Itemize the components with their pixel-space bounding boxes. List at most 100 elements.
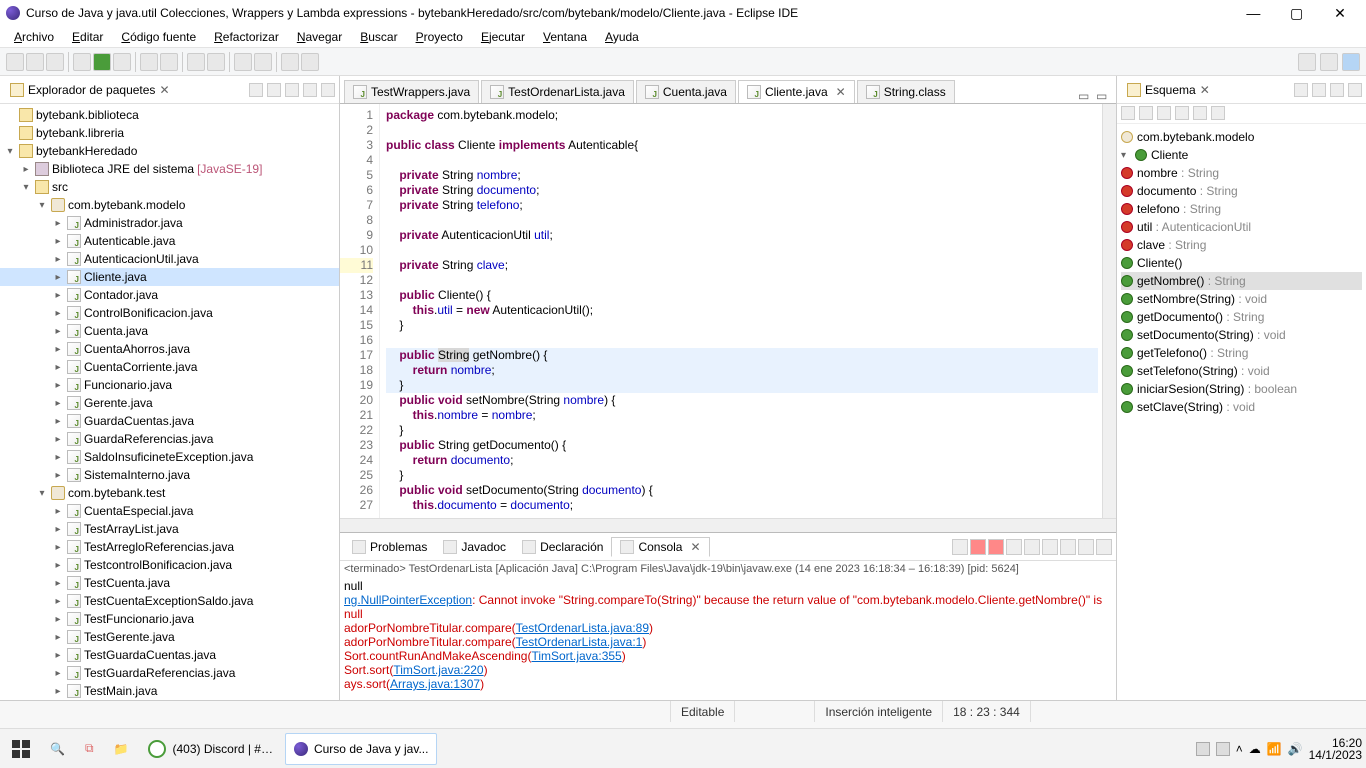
tray-time[interactable]: 16:20	[1309, 737, 1362, 749]
bottom-tab-problemas[interactable]: Problemas	[344, 538, 435, 556]
console-pin-icon[interactable]	[1006, 539, 1022, 555]
outline-node[interactable]: iniciarSesion(String) : boolean	[1121, 380, 1362, 398]
maximize-editor-icon[interactable]: ▭	[1096, 89, 1110, 103]
vertical-scrollbar[interactable]	[1102, 104, 1116, 518]
outline-hide-local-icon[interactable]	[1211, 106, 1225, 120]
console-removeall-icon[interactable]	[988, 539, 1004, 555]
maximize-bottom-icon[interactable]	[1096, 539, 1112, 555]
tree-node[interactable]: ▸ControlBonificacion.java	[0, 304, 339, 322]
minimize-view-icon[interactable]	[303, 83, 317, 97]
discord-taskbar[interactable]: (403) Discord | #…	[140, 733, 280, 765]
tree-node[interactable]: ▸CuentaEspecial.java	[0, 502, 339, 520]
outline-node[interactable]: clave : String	[1121, 236, 1362, 254]
horizontal-scrollbar[interactable]	[340, 518, 1116, 532]
menu-buscar[interactable]: Buscar	[352, 28, 405, 46]
tray-icon-1[interactable]	[1196, 742, 1210, 756]
menu-código fuente[interactable]: Código fuente	[113, 28, 204, 46]
link-editor-icon[interactable]	[267, 83, 281, 97]
console-scroll-lock-icon[interactable]	[1024, 539, 1040, 555]
outline-node[interactable]: setClave(String) : void	[1121, 398, 1362, 416]
outline-node[interactable]: ▾Cliente	[1121, 146, 1362, 164]
tree-node[interactable]: ▸CuentaAhorros.java	[0, 340, 339, 358]
outline-sort-icon[interactable]	[1294, 83, 1308, 97]
debug-icon[interactable]	[73, 53, 91, 71]
tree-node[interactable]: ▾com.bytebank.test	[0, 484, 339, 502]
menu-proyecto[interactable]: Proyecto	[408, 28, 471, 46]
tree-node[interactable]: ▸Cliente.java	[0, 268, 339, 286]
tree-node[interactable]: ▸Funcionario.java	[0, 376, 339, 394]
menu-ejecutar[interactable]: Ejecutar	[473, 28, 533, 46]
console-wrap-icon[interactable]	[1042, 539, 1058, 555]
tree-node[interactable]: ▾com.bytebank.modelo	[0, 196, 339, 214]
maximize-view-icon[interactable]	[321, 83, 335, 97]
tree-node[interactable]: bytebank.libreria	[0, 124, 339, 142]
editor-body[interactable]: 1234567891011121314151617181920212223242…	[340, 104, 1116, 518]
outline-hide-nonpublic-icon[interactable]	[1193, 106, 1207, 120]
console-clear-icon[interactable]	[952, 539, 968, 555]
outline-filter-icon[interactable]	[1121, 106, 1135, 120]
tree-node[interactable]: ▸Cuenta.java	[0, 322, 339, 340]
tray-chevron-icon[interactable]: ˄	[1236, 742, 1243, 756]
tree-node[interactable]: ▸TestGerente.java	[0, 628, 339, 646]
outline-node[interactable]: Cliente()	[1121, 254, 1362, 272]
menu-editar[interactable]: Editar	[64, 28, 111, 46]
bottom-tab-consola[interactable]: Consola✕	[611, 537, 709, 557]
taskview-icon[interactable]: ⧉	[77, 733, 102, 765]
open-perspective-icon[interactable]	[1320, 53, 1338, 71]
editor-tab[interactable]: String.class	[857, 80, 955, 103]
editor-tab[interactable]: Cliente.java✕	[738, 80, 855, 103]
outline-tree[interactable]: com.bytebank.modelo▾Clientenombre : Stri…	[1117, 124, 1366, 700]
tree-node[interactable]: ▸GuardaCuentas.java	[0, 412, 339, 430]
package-tree[interactable]: bytebank.bibliotecabytebank.libreria▾byt…	[0, 104, 339, 700]
menu-refactorizar[interactable]: Refactorizar	[206, 28, 287, 46]
tree-node[interactable]: ▸SistemaInterno.java	[0, 466, 339, 484]
tree-node[interactable]: ▸Gerente.java	[0, 394, 339, 412]
outline-node[interactable]: nombre : String	[1121, 164, 1362, 182]
search-toolbar-icon[interactable]	[1298, 53, 1316, 71]
menu-archivo[interactable]: Archivo	[6, 28, 62, 46]
editor-tab[interactable]: TestWrappers.java	[344, 80, 479, 103]
outline-menu-icon[interactable]	[1312, 83, 1326, 97]
outline-hide-fields-icon[interactable]	[1157, 106, 1171, 120]
outline-node[interactable]: com.bytebank.modelo	[1121, 128, 1362, 146]
coverage-icon[interactable]	[113, 53, 131, 71]
outline-tab[interactable]: Esquema ✕	[1121, 81, 1216, 99]
search-taskbar-icon[interactable]: 🔍	[42, 733, 73, 765]
console-open-icon[interactable]	[1060, 539, 1076, 555]
tree-node[interactable]: ▸TestMain.java	[0, 682, 339, 700]
back-icon[interactable]	[281, 53, 299, 71]
editor-tab[interactable]: TestOrdenarLista.java	[481, 80, 634, 103]
tree-node[interactable]: ▾bytebankHeredado	[0, 142, 339, 160]
tree-node[interactable]: ▸TestCuenta.java	[0, 574, 339, 592]
tree-node[interactable]: ▸TestGuardaCuentas.java	[0, 646, 339, 664]
tree-node[interactable]: ▸Administrador.java	[0, 214, 339, 232]
tree-node[interactable]: bytebank.biblioteca	[0, 106, 339, 124]
tray-date[interactable]: 14/1/2023	[1309, 749, 1362, 761]
outline-node[interactable]: setDocumento(String) : void	[1121, 326, 1362, 344]
minimize-outline-icon[interactable]	[1330, 83, 1344, 97]
new-icon[interactable]	[6, 53, 24, 71]
save-icon[interactable]	[26, 53, 44, 71]
tree-node[interactable]: ▸SaldoInsuficineteException.java	[0, 448, 339, 466]
console-output[interactable]: nullng.NullPointerException: Cannot invo…	[340, 577, 1116, 700]
outline-sort-az-icon[interactable]	[1139, 106, 1153, 120]
outline-node[interactable]: getDocumento() : String	[1121, 308, 1362, 326]
explorer-icon[interactable]: 📁	[106, 733, 137, 765]
tree-node[interactable]: ▸CuentaCorriente.java	[0, 358, 339, 376]
close-outline-icon[interactable]: ✕	[1200, 83, 1210, 97]
outline-node[interactable]: setTelefono(String) : void	[1121, 362, 1362, 380]
toggle-block-icon[interactable]	[254, 53, 272, 71]
menu-ventana[interactable]: Ventana	[535, 28, 595, 46]
start-button[interactable]	[4, 733, 38, 765]
search-icon[interactable]	[207, 53, 225, 71]
menu-navegar[interactable]: Navegar	[289, 28, 350, 46]
tree-node[interactable]: ▸AutenticacionUtil.java	[0, 250, 339, 268]
minimize-bottom-icon[interactable]	[1078, 539, 1094, 555]
tree-node[interactable]: ▸TestCuentaExceptionSaldo.java	[0, 592, 339, 610]
tray-onedrive-icon[interactable]: ☁	[1249, 742, 1261, 756]
open-type-icon[interactable]	[187, 53, 205, 71]
menu-ayuda[interactable]: Ayuda	[597, 28, 647, 46]
close-button[interactable]: ✕	[1320, 5, 1360, 22]
outline-node[interactable]: util : AutenticacionUtil	[1121, 218, 1362, 236]
outline-node[interactable]: getTelefono() : String	[1121, 344, 1362, 362]
